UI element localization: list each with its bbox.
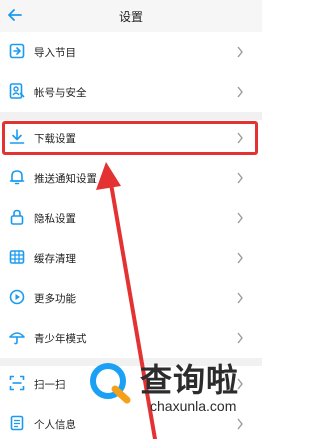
watermark-logo-icon (90, 363, 131, 404)
watermark-url: chaxunla.com (150, 398, 237, 414)
watermark-title: 查询啦 (140, 361, 240, 399)
